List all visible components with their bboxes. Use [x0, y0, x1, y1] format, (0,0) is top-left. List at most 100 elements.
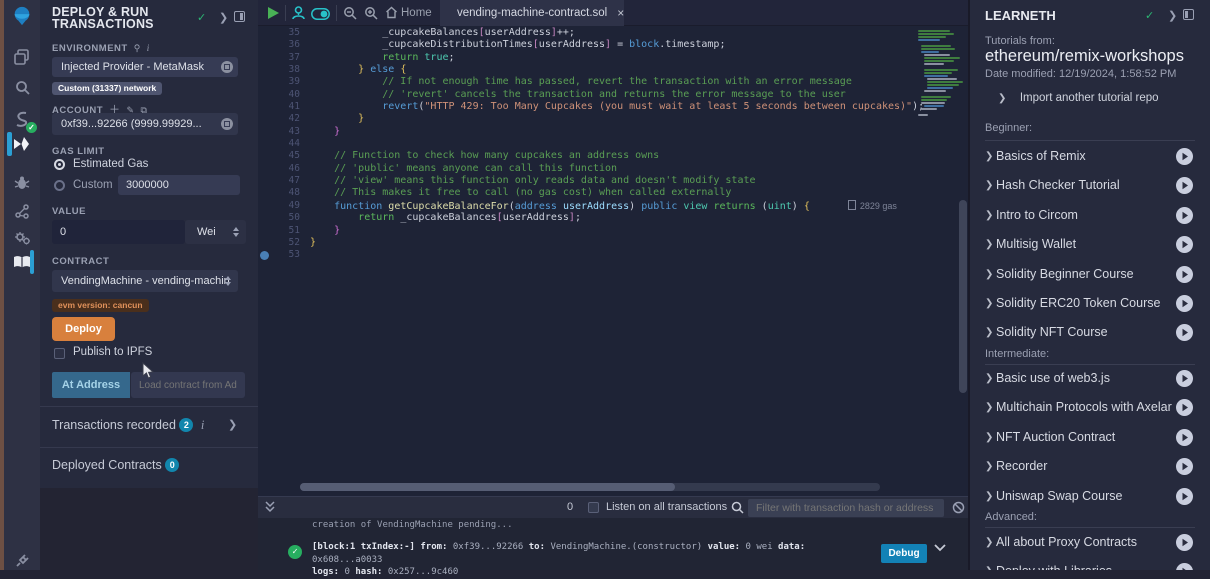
chevron-right-icon[interactable]: ❯ — [985, 210, 993, 221]
play-tutorial-button[interactable] — [1176, 563, 1193, 570]
scrollbar-thumb[interactable] — [300, 483, 675, 491]
line-number[interactable]: 44 — [258, 138, 300, 150]
tutorial-item[interactable]: ❯Basics of Remix — [985, 148, 1195, 168]
code-line[interactable]: 42 } — [258, 113, 968, 125]
chevron-right-icon[interactable]: ❯ — [985, 298, 993, 309]
code-line[interactable]: 37 return true; — [258, 52, 968, 64]
account-copy-icon[interactable] — [221, 118, 233, 130]
settings-icon[interactable] — [11, 227, 33, 249]
code-line[interactable]: 53 — [258, 249, 968, 261]
terminal-expand-icon[interactable] — [265, 501, 275, 516]
import-repo-row[interactable]: ❯ Import another tutorial repo — [998, 88, 1159, 106]
code-line[interactable]: 35 _cupcakeBalances[userAddress]++; — [258, 27, 968, 39]
chevron-right-icon[interactable]: ❯ — [985, 373, 993, 384]
code-line[interactable]: 49 function getCupcakeBalanceFor(address… — [258, 200, 968, 212]
tutorial-item[interactable]: ❯Recorder — [985, 458, 1195, 478]
tutorial-item[interactable]: ❯Solidity Beginner Course — [985, 266, 1195, 286]
deploy-panel-pin-icon[interactable] — [234, 11, 245, 25]
minimap[interactable] — [918, 30, 962, 117]
line-number[interactable]: 41 — [258, 101, 300, 113]
chevron-right-icon[interactable]: ❯ — [985, 461, 993, 472]
editor-vertical-scrollbar[interactable] — [959, 200, 967, 393]
learneth-pin-icon[interactable] — [1183, 9, 1194, 23]
chevron-right-icon[interactable]: ❯ — [985, 402, 993, 413]
tx-expand-icon[interactable] — [934, 544, 946, 555]
play-tutorial-button[interactable] — [1176, 488, 1193, 505]
tutorial-item[interactable]: ❯Solidity NFT Course — [985, 324, 1195, 344]
account-select[interactable]: 0xf39...92266 (9999.99929... — [52, 113, 238, 135]
chevron-right-icon[interactable]: ❯ — [985, 432, 993, 443]
code-line[interactable]: 51 } — [258, 225, 968, 237]
transactions-expand-icon[interactable]: ❯ — [228, 418, 237, 431]
plug-icon[interactable]: ⚲ — [134, 43, 141, 53]
file-tab[interactable]: vending-machine-contract.sol × — [440, 0, 624, 26]
editor-horizontal-scrollbar[interactable] — [300, 483, 880, 491]
code-line[interactable]: 46 // 'public' means anyone can call thi… — [258, 163, 968, 175]
chevron-right-icon[interactable]: ❯ — [985, 180, 993, 191]
tutorial-item[interactable]: ❯Intro to Circom — [985, 207, 1195, 227]
line-number[interactable]: 49 — [258, 200, 300, 212]
code-line[interactable]: 40 // 'revert' cancels the transaction a… — [258, 89, 968, 101]
solidity-compiler-icon[interactable]: ✓ — [11, 108, 33, 130]
contract-select-arrows-icon[interactable] — [225, 276, 232, 286]
play-tutorial-button[interactable] — [1176, 177, 1193, 194]
transactions-recorded-row[interactable]: Transactions recorded 2 i — [52, 418, 204, 433]
line-number[interactable]: 46 — [258, 163, 300, 175]
ai-assistant-icon[interactable] — [291, 5, 306, 26]
source-control-icon[interactable] — [11, 200, 33, 222]
code-editor[interactable]: 35 _cupcakeBalances[userAddress]++;36 _c… — [258, 27, 968, 481]
learneth-collapse-icon[interactable]: ❯ — [1168, 9, 1177, 22]
at-address-button[interactable]: At Address — [52, 372, 130, 398]
code-line[interactable]: 48 // This makes it free to call (no gas… — [258, 187, 968, 199]
code-line[interactable]: 50 return _cupcakeBalances[userAddress]; — [258, 212, 968, 224]
chevron-right-icon[interactable]: ❯ — [985, 239, 993, 250]
deployed-contracts-row[interactable]: Deployed Contracts 0 — [52, 458, 179, 472]
environment-status-icon[interactable] — [221, 61, 233, 73]
line-number[interactable]: 51 — [258, 225, 300, 237]
chevron-right-icon[interactable]: ❯ — [985, 491, 993, 502]
listen-all-checkbox[interactable] — [588, 502, 599, 513]
transactions-info-icon[interactable]: i — [201, 418, 204, 432]
debugger-icon[interactable] — [11, 172, 33, 194]
play-tutorial-button[interactable] — [1176, 370, 1193, 387]
play-tutorial-button[interactable] — [1176, 534, 1193, 551]
line-number[interactable]: 43 — [258, 126, 300, 138]
chevron-right-icon[interactable]: ❯ — [985, 537, 993, 548]
deploy-run-icon[interactable] — [11, 133, 33, 155]
play-tutorial-button[interactable] — [1176, 324, 1193, 341]
terminal-search-icon[interactable] — [731, 501, 744, 517]
unit-stepper-icon[interactable] — [233, 227, 240, 237]
code-line[interactable]: 45 // Function to check how many cupcake… — [258, 150, 968, 162]
file-explorer-icon[interactable] — [11, 46, 33, 68]
chevron-right-icon[interactable]: ❯ — [985, 327, 993, 338]
deploy-panel-collapse-icon[interactable]: ❯ — [219, 11, 228, 24]
tutorial-item[interactable]: ❯Basic use of web3.js — [985, 370, 1195, 390]
line-number[interactable]: 48 — [258, 187, 300, 199]
line-number[interactable]: 45 — [258, 150, 300, 162]
tutorial-item[interactable]: ❯Solidity ERC20 Token Course — [985, 295, 1195, 315]
line-number[interactable]: 38 — [258, 64, 300, 76]
code-line[interactable]: 43 } — [258, 126, 968, 138]
line-number[interactable]: 52 — [258, 237, 300, 249]
line-number[interactable]: 42 — [258, 113, 300, 125]
plugin-connect-icon[interactable] — [11, 548, 33, 570]
clear-console-icon[interactable] — [952, 501, 965, 517]
code-line[interactable]: 44 — [258, 138, 968, 150]
play-tutorial-button[interactable] — [1176, 266, 1193, 283]
line-number[interactable]: 39 — [258, 76, 300, 88]
code-line[interactable]: 41 revert("HTTP 429: Too Many Cupcakes (… — [258, 101, 968, 113]
play-tutorial-button[interactable] — [1176, 236, 1193, 253]
close-tab-icon[interactable]: × — [617, 6, 624, 20]
code-line[interactable]: 39 // If not enough time has passed, rev… — [258, 76, 968, 88]
line-number[interactable]: 50 — [258, 212, 300, 224]
tutorial-item[interactable]: ❯Multichain Protocols with Axelar — [985, 399, 1195, 419]
tutorial-item[interactable]: ❯All about Proxy Contracts — [985, 534, 1195, 554]
zoom-out-icon[interactable] — [343, 6, 357, 25]
environment-select[interactable]: Injected Provider - MetaMask — [52, 57, 238, 77]
custom-gas-input[interactable] — [118, 175, 240, 195]
code-line[interactable]: 36 _cupcakeDistributionTimes[userAddress… — [258, 39, 968, 51]
run-script-icon[interactable] — [267, 6, 280, 25]
search-icon[interactable] — [11, 76, 33, 98]
publish-ipfs-checkbox[interactable] — [54, 348, 65, 359]
play-tutorial-button[interactable] — [1176, 207, 1193, 224]
